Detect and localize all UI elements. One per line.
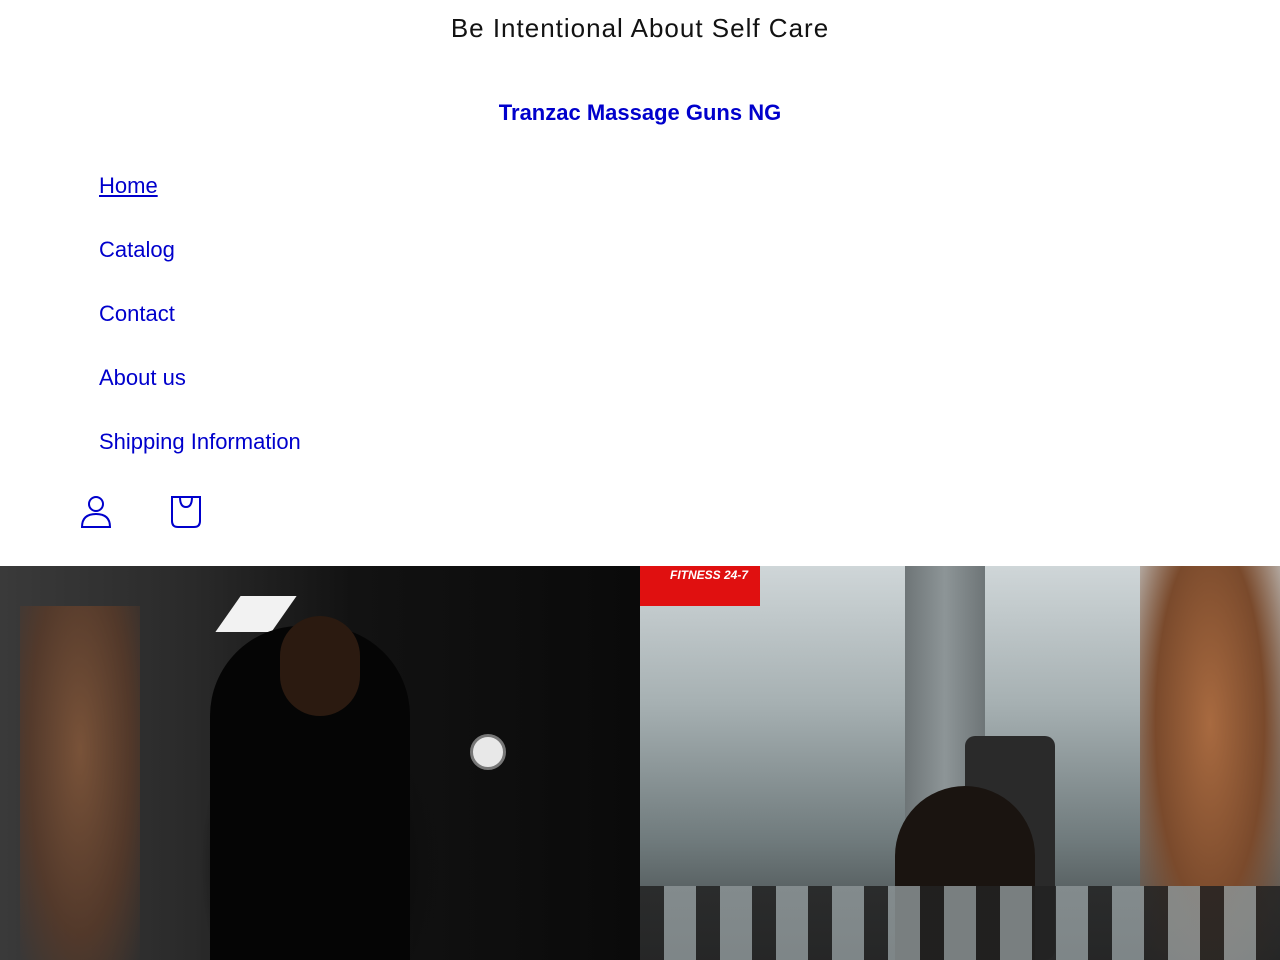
site-title-link[interactable]: Tranzac Massage Guns NG [0,100,1280,126]
gym-sign-text: FITNESS 24-7 [670,568,749,582]
account-icon [80,496,112,528]
wall-clock [470,734,506,770]
announcement-bar: Be Intentional About Self Care [0,0,1280,56]
hero-image-right: FITNESS 24-7 [640,566,1280,960]
nav-item-home[interactable]: Home [99,168,301,232]
nav-item-shipping-information[interactable]: Shipping Information [99,424,301,488]
header-icons [80,494,202,530]
athlete-head [280,616,360,716]
main-nav: Home Catalog Contact About us Shipping I… [99,168,301,488]
runner-figure-left [20,606,140,960]
announcement-text: Be Intentional About Self Care [450,12,830,43]
nav-item-contact[interactable]: Contact [99,296,301,360]
nav-item-catalog[interactable]: Catalog [99,232,301,296]
gym-sign: FITNESS 24-7 [640,566,760,606]
hero-banner: FITNESS 24-7 [0,566,1280,960]
account-button[interactable] [80,494,112,530]
cart-icon [171,496,201,528]
cart-button[interactable] [170,494,202,530]
exercise-bikes [640,886,1280,960]
hero-image-left [0,566,640,960]
nav-item-about-us[interactable]: About us [99,360,301,424]
